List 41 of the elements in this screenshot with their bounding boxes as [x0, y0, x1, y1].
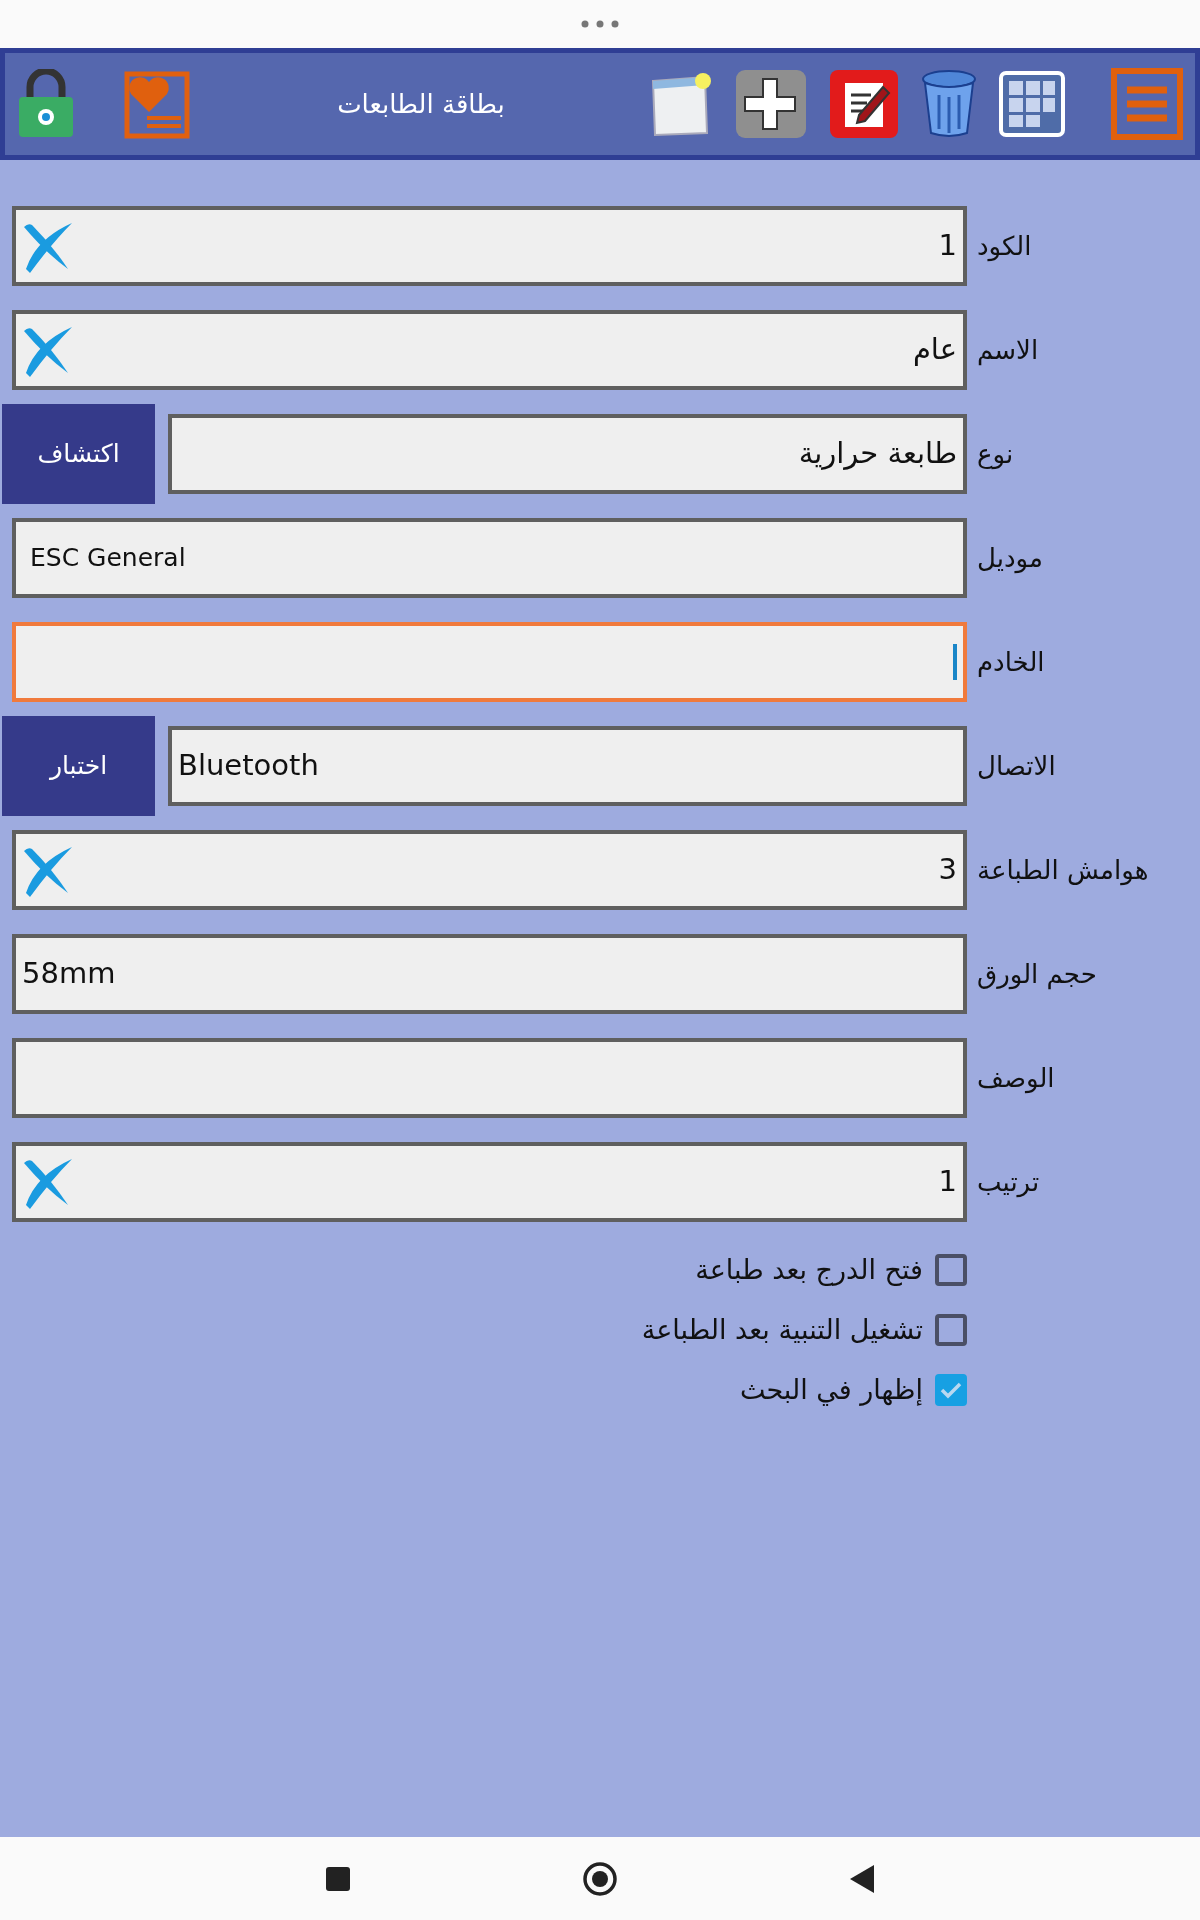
add-icon[interactable] [735, 69, 807, 139]
input-field[interactable]: 3 [12, 830, 967, 910]
lock-icon[interactable] [17, 69, 75, 139]
field-label: الاتصال [976, 749, 1057, 783]
check-icon [940, 1381, 962, 1399]
input-field[interactable] [12, 1038, 967, 1118]
field-label: الكود [976, 229, 1033, 264]
input-field[interactable]: ESC General [12, 518, 967, 598]
field-label: الوصف [976, 1061, 1056, 1096]
field-label: موديل [976, 541, 1044, 576]
action-button[interactable]: اختبار [2, 716, 155, 816]
more-icon [581, 20, 619, 28]
action-button[interactable]: اكتشاف [2, 404, 155, 504]
back-icon[interactable] [848, 1863, 875, 1894]
field-label: حجم الورق [976, 957, 1098, 992]
field-label: الخادم [976, 645, 1046, 679]
input-field[interactable]: طابعة حرارية [168, 414, 967, 494]
input-field[interactable] [12, 622, 967, 702]
trash-icon[interactable] [921, 69, 977, 139]
home-icon[interactable] [582, 1860, 618, 1897]
field-label: هوامش الطباعة [976, 853, 1150, 888]
grid-icon[interactable] [999, 71, 1065, 137]
field-label: ترتيب [976, 1165, 1041, 1200]
input-field[interactable]: 1 [12, 1142, 967, 1222]
checkbox-label: فتح الدرج بعد طباعة [695, 1252, 923, 1288]
input-field[interactable]: عام [12, 310, 967, 390]
screen-title: بطاقة الطابعات [337, 88, 505, 119]
field-label: نوع [976, 437, 1015, 472]
field-label: الاسم [976, 333, 1040, 368]
input-field[interactable]: Bluetooth [168, 726, 967, 806]
text-cursor [953, 644, 957, 680]
checkbox-label: إظهار في البحث [739, 1372, 923, 1408]
edit-icon[interactable] [829, 69, 899, 139]
input-field[interactable]: 58mm [12, 934, 967, 1014]
checkbox-label: تشغيل التنبية بعد الطباعة [641, 1312, 923, 1347]
checkbox[interactable] [935, 1314, 967, 1346]
checkbox[interactable] [935, 1254, 967, 1286]
checkbox[interactable] [935, 1374, 967, 1406]
input-field[interactable]: 1 [12, 206, 967, 286]
window-icon[interactable] [651, 71, 713, 137]
recents-icon[interactable] [325, 1865, 352, 1892]
